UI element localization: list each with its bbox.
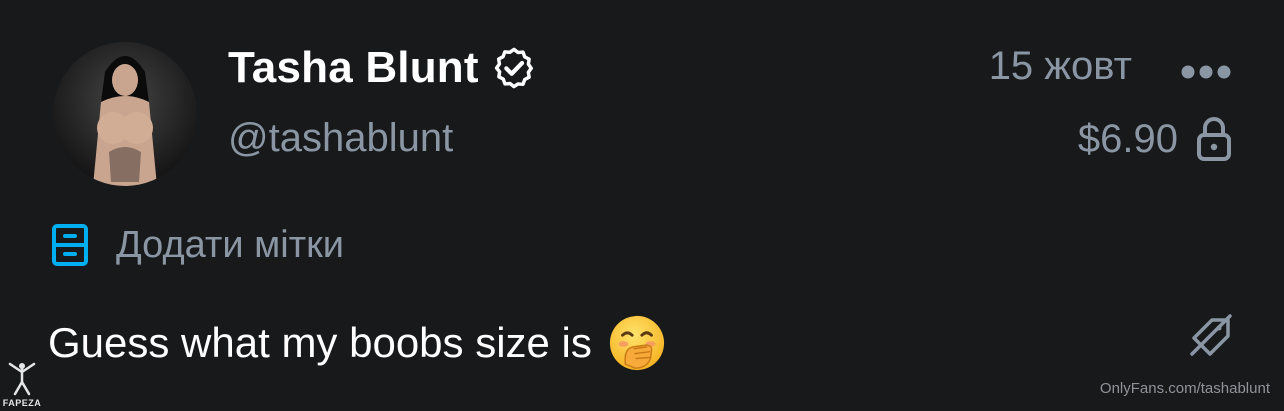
post-price: $6.90 (1077, 116, 1178, 161)
add-tags-label: Додати мітки (116, 223, 344, 266)
tip-off-icon[interactable] (1188, 312, 1234, 358)
post-date: 15 жовт (988, 44, 1132, 88)
caption-text: Guess what my boobs size is (48, 319, 592, 366)
onlyfans-watermark: OnlyFans.com/tashablunt (1099, 380, 1270, 397)
author-name[interactable]: Tasha Blunt (228, 43, 479, 93)
more-dots-icon[interactable] (1180, 62, 1232, 82)
lock-icon (1197, 117, 1231, 161)
fapeza-logo: FAPEZA (2, 360, 42, 410)
tag-drawer-icon (52, 224, 88, 266)
fapeza-label: FAPEZA (2, 398, 42, 408)
hand-over-mouth-emoji-icon (609, 315, 664, 371)
author-avatar[interactable] (53, 42, 197, 186)
verified-badge-icon (494, 47, 533, 89)
post-caption: Guess what my boobs size is (48, 314, 666, 372)
avatar-image (53, 42, 197, 186)
add-tags-button[interactable]: Додати мітки (50, 222, 344, 268)
author-name-row: Tasha Blunt (228, 40, 537, 96)
author-handle[interactable]: @tashablunt (228, 116, 453, 161)
fapeza-figure-icon (8, 362, 36, 396)
post-price-row: $6.90 (1078, 116, 1232, 162)
